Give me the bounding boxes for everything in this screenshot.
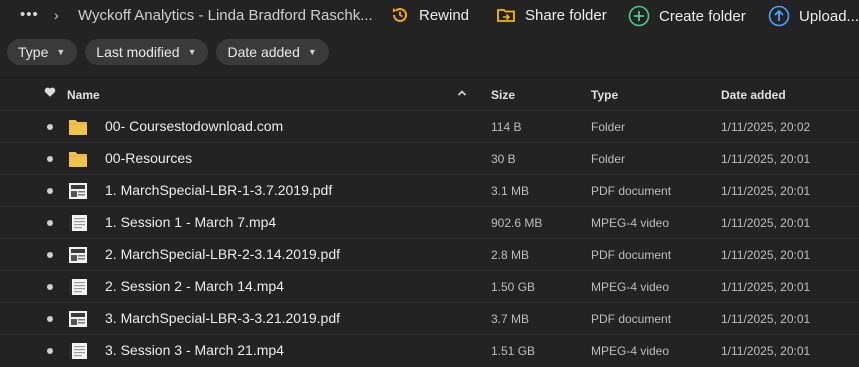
table-row[interactable]: 00- Coursestodownload.com 114 B Folder 1/11…: [0, 110, 859, 143]
sort-ascending-icon[interactable]: [457, 87, 467, 101]
filter-bar: Type ▼ Last modified ▼ Date added ▼: [7, 39, 337, 65]
share-folder-button[interactable]: Share folder: [496, 5, 607, 25]
row-status-dot: [47, 156, 53, 162]
rewind-label: Rewind: [419, 6, 470, 24]
file-name[interactable]: 1. Session 1 - March 7.mp4: [105, 214, 276, 230]
pdf-thumbnail-icon: [68, 310, 88, 333]
filter-type-dropdown[interactable]: Type ▼: [7, 39, 78, 65]
row-status-dot: [47, 252, 53, 258]
file-date-added: 1/11/2025, 20:01: [721, 312, 811, 326]
upload-button[interactable]: Upload...: [768, 5, 859, 27]
file-name[interactable]: 3. Session 3 - March 21.mp4: [105, 342, 284, 358]
file-size: 2.8 MB: [491, 248, 530, 262]
file-type: MPEG-4 video: [591, 280, 670, 294]
pdf-thumbnail-icon: [68, 246, 88, 269]
table-header: Name Size Type Date added: [0, 78, 859, 110]
file-name[interactable]: 1. MarchSpecial-LBR-1-3.7.2019.pdf: [105, 182, 332, 198]
filter-date-added-dropdown[interactable]: Date added ▼: [216, 39, 329, 65]
column-header-size[interactable]: Size: [491, 88, 515, 102]
table-row[interactable]: 00-Resources 30 B Folder 1/11/2025, 20:01: [0, 142, 859, 175]
row-status-dot: [47, 348, 53, 354]
file-name[interactable]: 3. MarchSpecial-LBR-3-3.21.2019.pdf: [105, 310, 340, 326]
upload-label: Upload...: [799, 7, 859, 25]
more-options-icon[interactable]: •••: [20, 6, 39, 23]
upload-icon: [768, 5, 790, 27]
folder-icon: [68, 150, 88, 173]
file-type: PDF document: [591, 248, 672, 262]
create-folder-button[interactable]: Create folder: [628, 5, 746, 27]
breadcrumb-current-folder[interactable]: Wyckoff Analytics - Linda Bradford Rasch…: [78, 7, 373, 24]
file-type: PDF document: [591, 312, 672, 326]
file-size: 3.7 MB: [491, 312, 530, 326]
file-date-added: 1/11/2025, 20:02: [721, 120, 811, 134]
column-header-date-added[interactable]: Date added: [721, 88, 786, 102]
file-size: 1.50 GB: [491, 280, 536, 294]
table-row[interactable]: 2. Session 2 - March 14.mp4 1.50 GB MPEG-4…: [0, 270, 859, 303]
top-bar: ••• › Wyckoff Analytics - Linda Bradford…: [0, 0, 859, 32]
table-row[interactable]: 3. MarchSpecial-LBR-3-3.21.2019.pdf 3.7 M…: [0, 302, 859, 335]
file-date-added: 1/11/2025, 20:01: [721, 184, 811, 198]
file-type: PDF document: [591, 184, 672, 198]
table-row[interactable]: 1. Session 1 - March 7.mp4 902.6 MB MPEG-4…: [0, 206, 859, 239]
file-type: Folder: [591, 152, 626, 166]
video-thumbnail-icon: [68, 342, 88, 365]
file-name[interactable]: 00-Resources: [105, 150, 192, 166]
file-date-added: 1/11/2025, 20:01: [721, 248, 811, 262]
filter-last-modified-dropdown[interactable]: Last modified ▼: [85, 39, 209, 65]
table-row[interactable]: 1. MarchSpecial-LBR-1-3.7.2019.pdf 3.1 MB…: [0, 174, 859, 207]
row-status-dot: [47, 188, 53, 194]
chevron-down-icon: ▼: [307, 47, 317, 57]
file-size: 902.6 MB: [491, 216, 543, 230]
file-name[interactable]: 00- Coursestodownload.com: [105, 118, 283, 134]
share-folder-label: Share folder: [525, 6, 607, 24]
filter-date-added-label: Date added: [227, 44, 300, 60]
file-date-added: 1/11/2025, 20:01: [721, 152, 811, 166]
file-date-added: 1/11/2025, 20:01: [721, 344, 811, 358]
file-size: 1.51 GB: [491, 344, 536, 358]
video-thumbnail-icon: [68, 214, 88, 237]
share-folder-icon: [497, 9, 515, 22]
folder-icon: [68, 118, 88, 141]
chevron-down-icon: ▼: [187, 47, 197, 57]
file-date-added: 1/11/2025, 20:01: [721, 216, 811, 230]
rewind-icon: [392, 7, 407, 22]
column-header-type[interactable]: Type: [591, 88, 618, 102]
rewind-button[interactable]: Rewind: [390, 5, 469, 25]
file-size: 114 B: [491, 120, 522, 134]
table-row[interactable]: 3. Session 3 - March 21.mp4 1.51 GB MPEG-4…: [0, 334, 859, 367]
row-status-dot: [47, 316, 53, 322]
file-size: 3.1 MB: [491, 184, 530, 198]
row-status-dot: [47, 220, 53, 226]
file-size: 30 B: [491, 152, 516, 166]
chevron-right-icon: ›: [54, 7, 59, 23]
row-status-dot: [47, 284, 53, 290]
file-type: MPEG-4 video: [591, 344, 670, 358]
table-row[interactable]: 2. MarchSpecial-LBR-2-3.14.2019.pdf 2.8 M…: [0, 238, 859, 271]
file-name[interactable]: 2. MarchSpecial-LBR-2-3.14.2019.pdf: [105, 246, 340, 262]
plus-circle-icon: [628, 5, 650, 27]
create-folder-label: Create folder: [659, 7, 746, 25]
pdf-thumbnail-icon: [68, 182, 88, 205]
chevron-down-icon: ▼: [56, 47, 66, 57]
file-date-added: 1/11/2025, 20:01: [721, 280, 811, 294]
heart-icon[interactable]: [44, 86, 56, 101]
filter-type-label: Type: [18, 44, 49, 60]
file-type: Folder: [591, 120, 626, 134]
column-header-name[interactable]: Name: [67, 88, 100, 102]
filter-last-modified-label: Last modified: [96, 44, 180, 60]
file-name[interactable]: 2. Session 2 - March 14.mp4: [105, 278, 284, 294]
video-thumbnail-icon: [68, 278, 88, 301]
row-status-dot: [47, 124, 53, 130]
file-type: MPEG-4 video: [591, 216, 670, 230]
